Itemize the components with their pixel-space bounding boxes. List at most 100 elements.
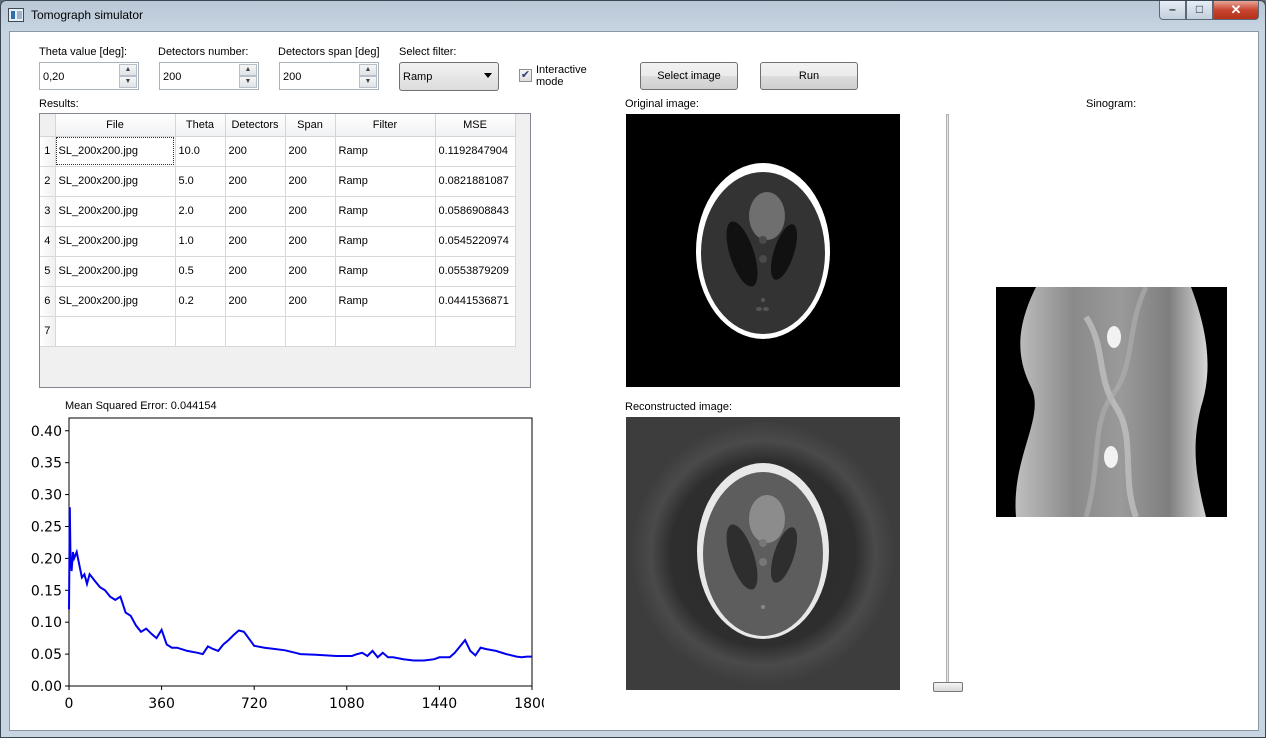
column-header-theta[interactable]: Theta [175,114,226,137]
cell-span[interactable]: 200 [285,256,336,287]
original-image [626,114,900,387]
column-header-detectors[interactable]: Detectors [225,114,286,137]
minimize-button[interactable]: – [1159,1,1186,20]
detectors-down-arrow-icon[interactable]: ▼ [239,76,257,88]
cell-mse[interactable] [435,316,516,347]
cell-detectors[interactable]: 200 [225,286,286,317]
table-row[interactable]: 2 SL_200x200.jpg 5.0 200 200 Ramp 0.0821881087 [40,166,516,197]
row-number[interactable]: 1 [40,136,56,167]
table-row[interactable]: 4 SL_200x200.jpg 1.0 200 200 Ramp 0.0545220974 [40,226,516,257]
cell-theta[interactable]: 5.0 [175,166,226,197]
cell-detectors[interactable]: 200 [225,196,286,227]
cell-span[interactable]: 200 [285,136,336,167]
cell-span[interactable]: 200 [285,286,336,317]
cell-mse[interactable]: 0.0586908843 [435,196,516,227]
span-up-arrow-icon[interactable]: ▲ [359,64,377,76]
row-number[interactable]: 2 [40,166,56,197]
cell-filter[interactable]: Ramp [335,166,436,197]
row-number[interactable]: 7 [40,316,56,347]
results-label: Results: [39,98,79,110]
table-row[interactable]: 3 SL_200x200.jpg 2.0 200 200 Ramp 0.0586908843 [40,196,516,227]
theta-value: 0,20 [43,71,65,83]
x-tick-label: 0 [65,696,74,712]
cell-mse[interactable]: 0.0545220974 [435,226,516,257]
cell-file[interactable]: SL_200x200.jpg [55,196,176,227]
table-row[interactable]: 1 SL_200x200.jpg 10.0 200 200 Ramp 0.119284790… [40,136,516,167]
theta-up-arrow-icon[interactable]: ▲ [119,64,137,76]
cell-file[interactable] [55,316,176,347]
y-tick-label: 0.15 [31,583,62,599]
cell-theta[interactable]: 1.0 [175,226,226,257]
row-number[interactable]: 5 [40,256,56,287]
filter-select[interactable]: Ramp [399,62,499,91]
angle-slider-thumb[interactable] [933,682,963,692]
table-row[interactable]: 5 SL_200x200.jpg 0.5 200 200 Ramp 0.0553879209 [40,256,516,287]
cell-filter[interactable]: Ramp [335,286,436,317]
cell-filter[interactable]: Ramp [335,196,436,227]
cell-mse[interactable]: 0.1192847904 [435,136,516,167]
results-table[interactable]: File Theta Detectors Span Filter MSE 1 SL… [39,113,531,388]
cell-detectors[interactable]: 200 [225,256,286,287]
cell-mse[interactable]: 0.0441536871 [435,286,516,317]
filter-value: Ramp [403,71,433,83]
x-tick-label: 720 [241,696,268,712]
detectors-spinbox[interactable]: 200 ▲ ▼ [159,62,259,90]
cell-file[interactable]: SL_200x200.jpg [55,226,176,257]
cell-span[interactable] [285,316,336,347]
sinogram-label: Sinogram: [1086,98,1137,110]
row-number[interactable]: 3 [40,196,56,227]
cell-file[interactable]: SL_200x200.jpg [55,136,176,167]
theta-down-arrow-icon[interactable]: ▼ [119,76,137,88]
table-row[interactable]: 6 SL_200x200.jpg 0.2 200 200 Ramp 0.0441536871 [40,286,516,317]
cell-theta[interactable]: 10.0 [175,136,226,167]
cell-filter[interactable]: Ramp [335,136,436,167]
cell-mse[interactable]: 0.0553879209 [435,256,516,287]
cell-span[interactable]: 200 [285,166,336,197]
cell-span[interactable]: 200 [285,196,336,227]
angle-slider-track[interactable] [946,114,949,689]
table-corner[interactable] [40,114,56,137]
results-grid: File Theta Detectors Span Filter MSE 1 SL… [40,114,516,347]
detectors-up-arrow-icon[interactable]: ▲ [239,64,257,76]
cell-span[interactable]: 200 [285,226,336,257]
cell-detectors[interactable] [225,316,286,347]
interactive-mode-checkbox[interactable]: ✔ [519,69,532,82]
chevron-down-icon [484,73,492,78]
maximize-button[interactable]: □ [1186,1,1213,20]
title-bar[interactable]: Tomograph simulator – □ ✕ [1,1,1265,31]
sinogram-svg [1015,287,1208,517]
cell-filter[interactable] [335,316,436,347]
cell-theta[interactable]: 0.5 [175,256,226,287]
span-spinbox[interactable]: 200 ▲ ▼ [279,62,379,90]
select-image-button[interactable]: Select image [640,62,738,90]
x-tick-label: 1440 [422,696,458,712]
cell-detectors[interactable]: 200 [225,136,286,167]
column-header-mse[interactable]: MSE [435,114,516,137]
cell-detectors[interactable]: 200 [225,226,286,257]
column-header-span[interactable]: Span [285,114,336,137]
cell-filter[interactable]: Ramp [335,226,436,257]
cell-detectors[interactable]: 200 [225,166,286,197]
cell-theta[interactable]: 2.0 [175,196,226,227]
row-number[interactable]: 6 [40,286,56,317]
cell-theta[interactable]: 0.2 [175,286,226,317]
client-area: Theta value [deg]: 0,20 ▲ ▼ Detectors nu… [9,31,1259,731]
cell-file[interactable]: SL_200x200.jpg [55,166,176,197]
y-tick-label: 0.35 [31,456,62,472]
span-down-arrow-icon[interactable]: ▼ [359,76,377,88]
y-tick-label: 0.05 [31,647,62,663]
theta-spinbox[interactable]: 0,20 ▲ ▼ [39,62,139,90]
cell-file[interactable]: SL_200x200.jpg [55,256,176,287]
column-header-file[interactable]: File [55,114,176,137]
close-button[interactable]: ✕ [1213,1,1259,20]
cell-theta[interactable] [175,316,226,347]
row-number[interactable]: 4 [40,226,56,257]
column-header-filter[interactable]: Filter [335,114,436,137]
cell-filter[interactable]: Ramp [335,256,436,287]
cell-file[interactable]: SL_200x200.jpg [55,286,176,317]
cell-mse[interactable]: 0.0821881087 [435,166,516,197]
run-button[interactable]: Run [760,62,858,90]
y-tick-label: 0.20 [31,551,62,567]
interactive-label-line1: Interactive [536,64,587,76]
table-row[interactable]: 7 [40,316,516,347]
